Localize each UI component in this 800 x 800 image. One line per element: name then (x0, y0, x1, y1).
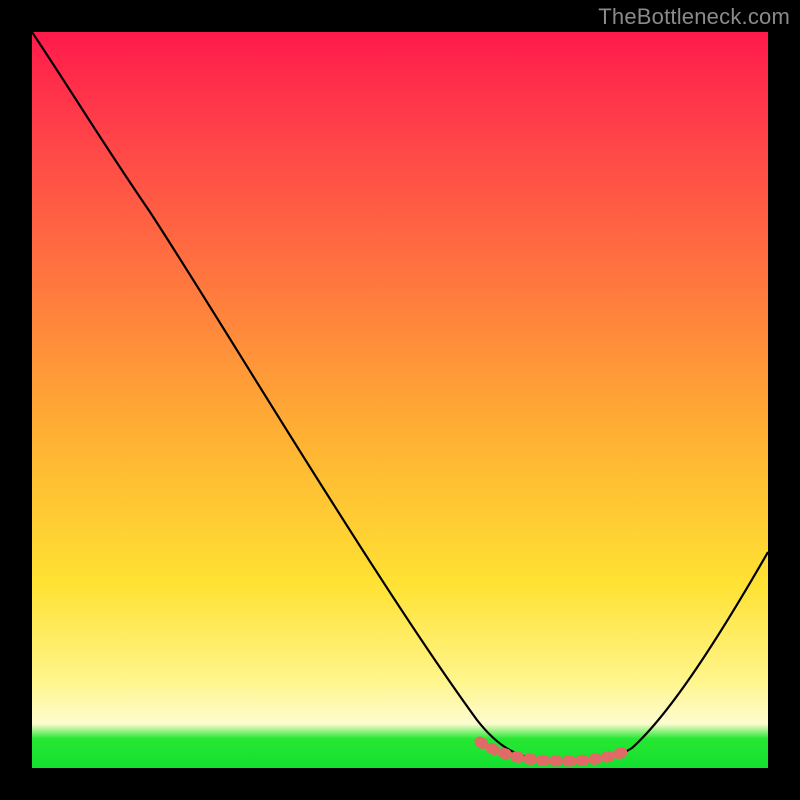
chart-frame: TheBottleneck.com (0, 0, 800, 800)
bottleneck-curve (32, 32, 768, 761)
plot-area (32, 32, 768, 768)
attribution-label: TheBottleneck.com (598, 4, 790, 30)
curve-overlay (32, 32, 768, 768)
